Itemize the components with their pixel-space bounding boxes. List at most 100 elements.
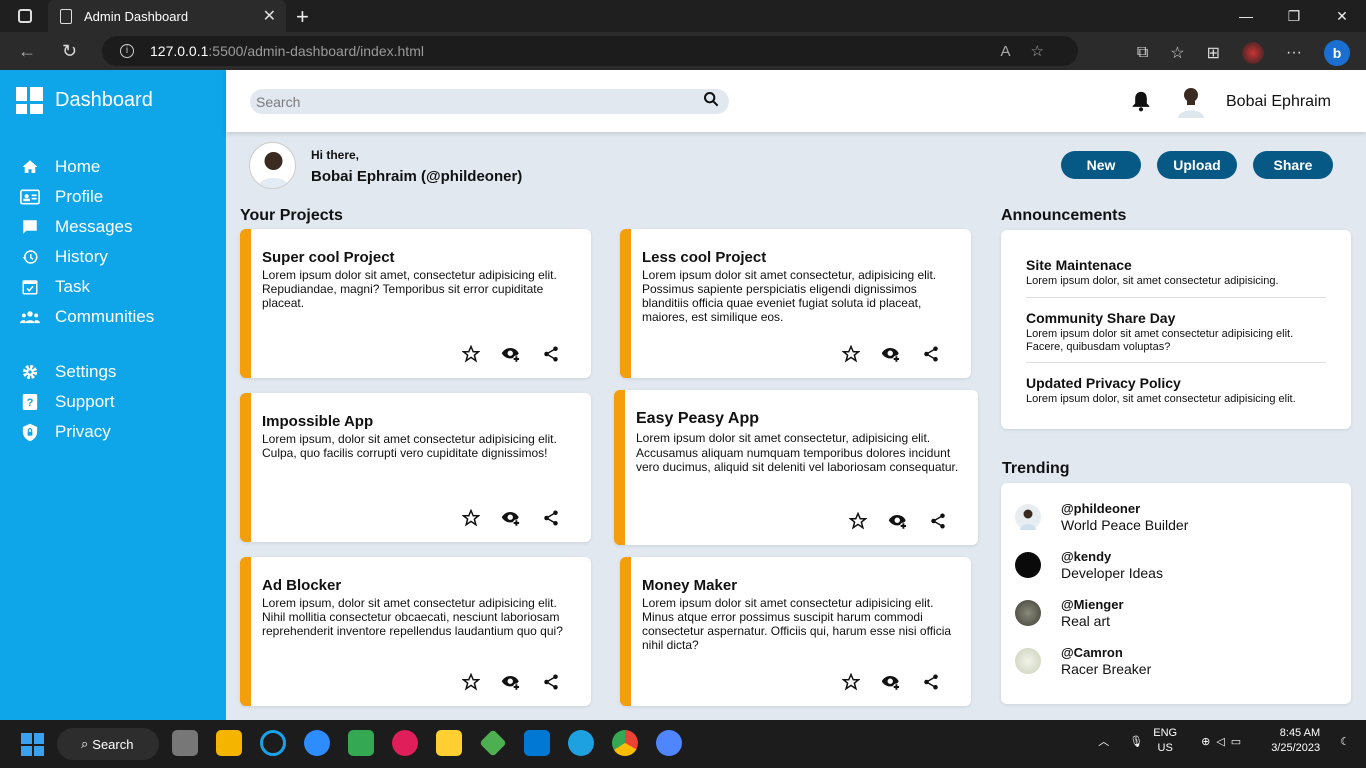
edge-icon[interactable] [568, 730, 594, 756]
watch-icon[interactable] [881, 344, 901, 364]
sidebar-item-history[interactable]: History [20, 242, 154, 272]
trending-item[interactable]: @Camron Racer Breaker [1015, 645, 1151, 677]
sidebar-item-profile[interactable]: Profile [20, 182, 154, 212]
projects-title: Your Projects [240, 207, 343, 224]
favorites-icon[interactable]: ☆ [1170, 43, 1184, 63]
sourcetree-icon[interactable] [479, 729, 507, 757]
vscode-icon[interactable] [524, 730, 550, 756]
sidebar-item-settings[interactable]: Settings [20, 357, 154, 387]
star-icon[interactable] [848, 511, 868, 531]
greeting-avatar [249, 142, 296, 189]
sidebar-item-support[interactable]: ? Support [20, 387, 154, 417]
chevron-up-icon[interactable]: ︿ [1098, 733, 1109, 749]
browser-tab[interactable]: Admin Dashboard ✕ [48, 0, 286, 32]
language-indicator[interactable]: ENG US [1153, 726, 1177, 756]
tab-actions-icon[interactable] [18, 9, 32, 23]
announcement-item[interactable]: Site Maintenace Lorem ipsum dolor, sit a… [1026, 257, 1326, 288]
info-icon[interactable]: i [120, 44, 134, 58]
new-tab-icon[interactable]: + [296, 4, 309, 30]
browser-toolbar: ⧉ ☆ ⊞ ··· b [1137, 40, 1350, 66]
share-button[interactable]: Share [1253, 151, 1333, 179]
share-icon[interactable] [541, 508, 561, 528]
star-icon[interactable] [461, 672, 481, 692]
project-card[interactable]: Impossible App Lorem ipsum, dolor sit am… [240, 393, 591, 542]
star-icon[interactable] [841, 344, 861, 364]
sidebar-item-communities[interactable]: Communities [20, 302, 154, 332]
sidebar-item-messages[interactable]: Messages [20, 212, 154, 242]
user-handle: Bobai Ephraim (@phildeoner) [311, 168, 523, 185]
search-icon[interactable] [703, 91, 719, 112]
project-card[interactable]: Super cool Project Lorem ipsum dolor sit… [240, 229, 591, 378]
trending-handle: @kendy [1061, 549, 1112, 564]
profile-icon[interactable] [1242, 42, 1265, 64]
project-title: Super cool Project [262, 249, 395, 266]
star-icon[interactable] [461, 508, 481, 528]
restore-icon[interactable]: ❐ [1270, 0, 1318, 32]
watch-icon[interactable] [501, 344, 521, 364]
sidebar-item-privacy[interactable]: Privacy [20, 417, 154, 447]
watch-icon[interactable] [881, 672, 901, 692]
extensions-icon[interactable]: ⧉ [1137, 44, 1148, 62]
project-card[interactable]: Less cool Project Lorem ipsum dolor sit … [620, 229, 971, 378]
card-actions [848, 511, 948, 531]
minimize-icon[interactable]: — [1222, 0, 1270, 32]
watch-icon[interactable] [888, 511, 908, 531]
sidebar-item-label: Settings [55, 362, 117, 381]
task-view-icon[interactable] [172, 730, 198, 756]
close-window-icon[interactable]: ✕ [1318, 0, 1366, 32]
refresh-icon[interactable]: ↻ [62, 41, 77, 62]
bell-icon[interactable] [1131, 90, 1151, 117]
miro-icon[interactable] [436, 730, 462, 756]
upload-button[interactable]: Upload [1157, 151, 1237, 179]
bing-icon[interactable]: b [1324, 40, 1350, 66]
chrome-dev-icon[interactable] [656, 730, 682, 756]
window-controls: — ❐ ✕ [1222, 0, 1366, 32]
project-text: Lorem ipsum, dolor sit amet consectetur … [262, 596, 563, 638]
url-field[interactable]: i 127.0.0.1:5500/admin-dashboard/index.h… [102, 36, 1078, 66]
trending-item[interactable]: @phildeoner World Peace Builder [1015, 501, 1188, 533]
share-icon[interactable] [921, 672, 941, 692]
trending-desc: World Peace Builder [1061, 517, 1189, 533]
search-input[interactable] [256, 93, 703, 110]
watch-icon[interactable] [501, 672, 521, 692]
collections-icon[interactable]: ⊞ [1207, 43, 1220, 63]
sidebar-item-home[interactable]: Home [20, 152, 154, 182]
network-volume-battery-icons[interactable]: ⊕◁▭ [1201, 735, 1247, 748]
project-card[interactable]: Money Maker Lorem ipsum dolor sit amet c… [620, 557, 971, 706]
id-card-icon [20, 187, 40, 207]
share-icon[interactable] [541, 344, 561, 364]
meet-icon[interactable] [348, 730, 374, 756]
zoom-icon[interactable] [304, 730, 330, 756]
microphone-icon[interactable]: 🎙 [1129, 735, 1143, 748]
announcement-item[interactable]: Community Share Day Lorem ipsum dolor si… [1026, 310, 1326, 354]
avatar[interactable] [1176, 84, 1206, 118]
user-name[interactable]: Bobai Ephraim [1226, 93, 1331, 111]
cortana-icon[interactable] [260, 730, 286, 756]
share-icon[interactable] [921, 344, 941, 364]
taskbar-search[interactable]: ⌕ Search [57, 728, 159, 760]
more-icon[interactable]: ··· [1286, 44, 1302, 62]
sidebar-item-task[interactable]: Task [20, 272, 154, 302]
project-card[interactable]: Ad Blocker Lorem ipsum, dolor sit amet c… [240, 557, 591, 706]
back-icon[interactable]: ← [18, 41, 36, 62]
read-aloud-favorite-icons[interactable]: A☆ [1001, 42, 1064, 60]
trending-item[interactable]: @Mienger Real art [1015, 597, 1124, 629]
notifications-icon[interactable]: ☾ [1340, 735, 1350, 748]
announcement-item[interactable]: Updated Privacy Policy Lorem ipsum dolor… [1026, 375, 1326, 406]
chrome-icon[interactable] [612, 730, 638, 756]
share-icon[interactable] [541, 672, 561, 692]
clock[interactable]: 8:45 AM 3/25/2023 [1271, 726, 1320, 756]
share-icon[interactable] [928, 511, 948, 531]
windows-start-icon[interactable] [21, 733, 44, 756]
project-card[interactable]: Easy Peasy App Lorem ipsum dolor sit ame… [614, 390, 978, 545]
project-title: Impossible App [262, 413, 374, 430]
watch-icon[interactable] [501, 508, 521, 528]
close-tab-icon[interactable]: ✕ [263, 6, 276, 26]
file-explorer-icon[interactable] [216, 730, 242, 756]
trending-item[interactable]: @kendy Developer Ideas [1015, 549, 1163, 581]
brand[interactable]: Dashboard [16, 87, 153, 114]
star-icon[interactable] [461, 344, 481, 364]
new-button[interactable]: New [1061, 151, 1141, 179]
star-icon[interactable] [841, 672, 861, 692]
slack-icon[interactable] [392, 730, 418, 756]
